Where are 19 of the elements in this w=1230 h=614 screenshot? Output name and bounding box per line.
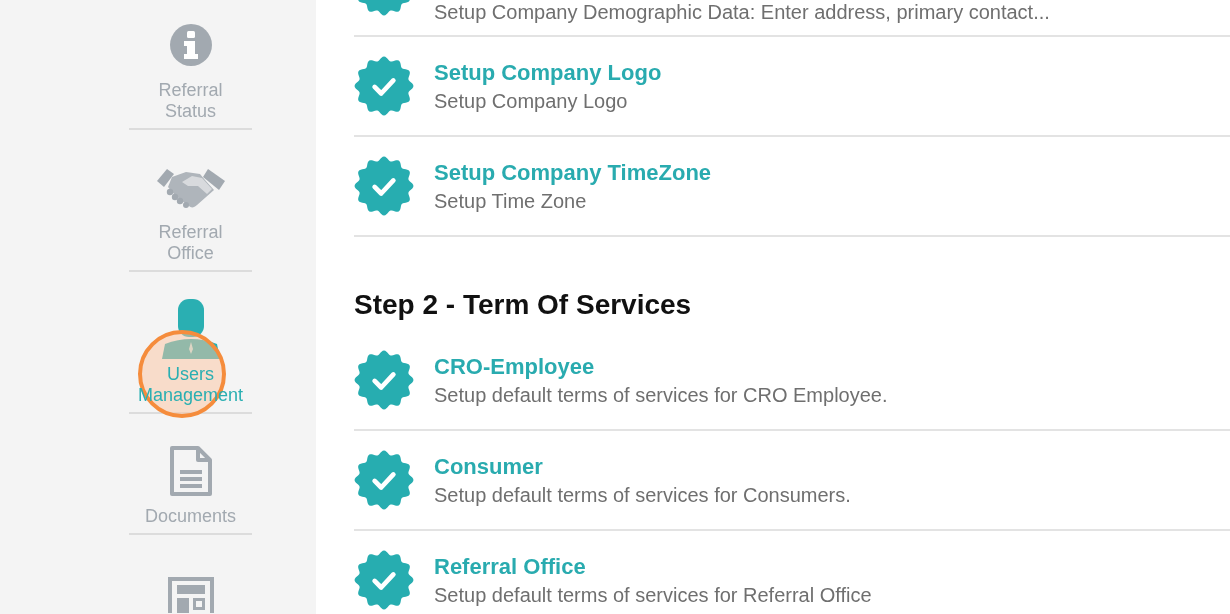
task-link[interactable]: Consumer [434,451,543,482]
task-description: Setup Company Demographic Data: Enter address, primary contact... [434,0,1050,25]
task-link[interactable]: Referral Office [434,551,586,582]
sidebar-item[interactable]: Referral Office [129,130,252,272]
task-link[interactable]: Setup Company TimeZone [434,157,712,188]
person-icon [160,299,221,359]
sidebar-item[interactable]: Referral Status [129,0,252,130]
task-link[interactable]: Setup Company Logo [434,57,662,88]
task-description: Setup default terms of services for CRO Employee. [434,382,888,408]
task-description: Setup default terms of services for Consumers. [434,482,851,508]
sidebar-item[interactable]: Documents [129,414,252,535]
layout-icon [167,577,214,613]
info-icon [169,24,212,66]
task-description: Setup Company Logo [434,88,628,114]
task-description: Setup default terms of services for Referral Office [434,582,872,608]
task-link[interactable]: CRO-Employee [434,351,595,382]
document-icon [168,445,213,497]
task-description: Setup Time Zone [434,188,587,214]
section-heading: Step 2 - Term Of Services [354,288,693,322]
